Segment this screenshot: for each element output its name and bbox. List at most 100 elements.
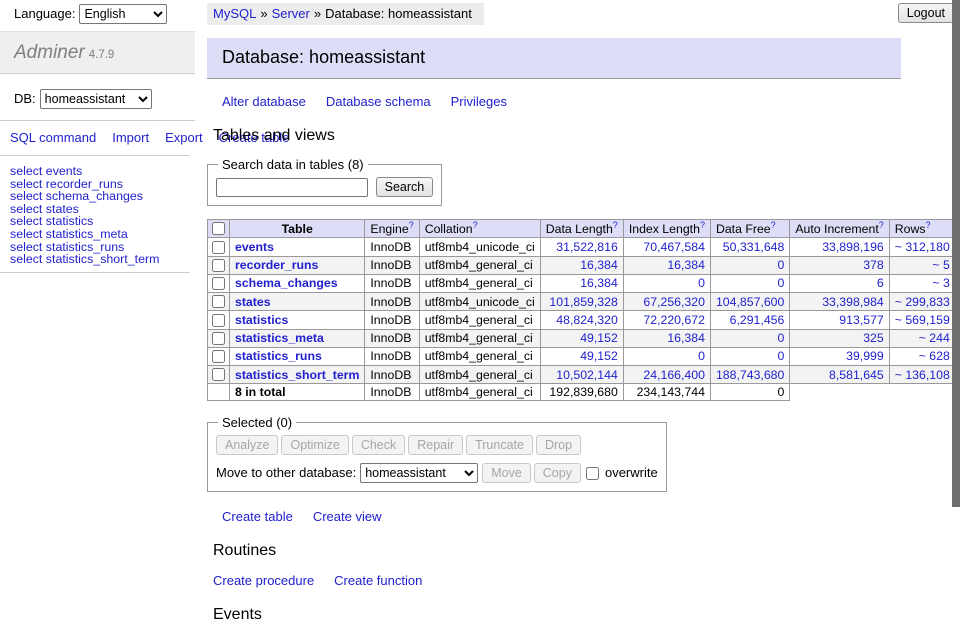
help-link-collation[interactable]: ? — [473, 220, 478, 230]
value-link-rows[interactable]: ~ 299,833 — [895, 295, 950, 309]
scrollbar-thumb[interactable] — [952, 0, 960, 507]
help-link-index-length[interactable]: ? — [700, 220, 705, 230]
value-link-auto-increment[interactable]: 6 — [877, 276, 884, 290]
sidebar-select-statistics-meta[interactable]: select statistics_meta — [10, 228, 190, 241]
select-all-checkbox[interactable] — [212, 222, 225, 235]
row-checkbox[interactable] — [212, 332, 225, 345]
row-checkbox[interactable] — [212, 350, 225, 363]
search-input[interactable] — [216, 178, 368, 197]
column-header-rows: Rows? — [889, 220, 955, 238]
help-link-auto-increment[interactable]: ? — [879, 220, 884, 230]
link-create-table[interactable]: Create table — [222, 509, 293, 524]
table-link-events[interactable]: events — [235, 240, 274, 254]
value-link-rows[interactable]: ~ 312,180 — [895, 240, 950, 254]
value-link-auto-increment[interactable]: 378 — [863, 258, 884, 272]
breadcrumb-item-server[interactable]: Server — [272, 6, 310, 21]
sidebar-select-events[interactable]: select events — [10, 165, 190, 178]
row-checkbox[interactable] — [212, 368, 225, 381]
value-link-rows[interactable]: ~ 5 — [932, 258, 949, 272]
sidebar-select-schema-changes[interactable]: select schema_changes — [10, 190, 190, 203]
link-create-procedure[interactable]: Create procedure — [213, 573, 314, 588]
table-link-statistics-meta[interactable]: statistics_meta — [235, 331, 324, 345]
value-link-data-length[interactable]: 31,522,816 — [556, 240, 618, 254]
help-link-data-length[interactable]: ? — [613, 220, 618, 230]
value-link-auto-increment[interactable]: 325 — [863, 331, 884, 345]
nav-link-alter-database[interactable]: Alter database — [222, 94, 306, 109]
value-link-auto-increment[interactable]: 33,398,984 — [822, 295, 884, 309]
value-link-data-length[interactable]: 16,384 — [580, 276, 618, 290]
help-link-rows[interactable]: ? — [926, 220, 931, 230]
help-link-engine[interactable]: ? — [409, 220, 414, 230]
table-link-statistics[interactable]: statistics — [235, 313, 288, 327]
copy-button[interactable]: Copy — [534, 463, 581, 483]
value-link-rows[interactable]: ~ 136,108 — [895, 368, 950, 382]
analyze-button[interactable]: Analyze — [216, 435, 278, 455]
value-link-index-length[interactable]: 24,166,400 — [643, 368, 705, 382]
value-link-auto-increment[interactable]: 33,898,196 — [822, 240, 884, 254]
row-checkbox[interactable] — [212, 277, 225, 290]
sidebar-select-statistics-short-term[interactable]: select statistics_short_term — [10, 253, 190, 266]
value-link-auto-increment[interactable]: 39,999 — [846, 349, 884, 363]
help-link-data-free[interactable]: ? — [771, 220, 776, 230]
nav-link-database-schema[interactable]: Database schema — [326, 94, 431, 109]
value-link-index-length[interactable]: 16,384 — [667, 258, 705, 272]
value-link-data-free[interactable]: 0 — [778, 276, 785, 290]
table-link-statistics-short-term[interactable]: statistics_short_term — [235, 368, 359, 382]
value-link-data-length[interactable]: 101,859,328 — [549, 295, 617, 309]
value-link-data-free[interactable]: 0 — [778, 258, 785, 272]
value-link-index-length[interactable]: 67,256,320 — [643, 295, 705, 309]
value-link-rows[interactable]: ~ 628 — [919, 349, 950, 363]
cell-data-free: 6,291,456 — [710, 311, 789, 329]
value-link-rows[interactable]: ~ 244 — [919, 331, 950, 345]
value-link-data-length[interactable]: 16,384 — [580, 258, 618, 272]
sidebar-action-import[interactable]: Import — [112, 130, 149, 145]
language-select[interactable]: English — [79, 4, 167, 24]
link-create-function[interactable]: Create function — [334, 573, 422, 588]
value-link-index-length[interactable]: 70,467,584 — [643, 240, 705, 254]
check-button[interactable]: Check — [352, 435, 405, 455]
scrollbar-track[interactable] — [952, 0, 966, 543]
value-link-rows[interactable]: ~ 3 — [932, 276, 949, 290]
value-link-data-free[interactable]: 6,291,456 — [730, 313, 785, 327]
row-checkbox[interactable] — [212, 314, 225, 327]
truncate-button[interactable]: Truncate — [466, 435, 533, 455]
repair-button[interactable]: Repair — [408, 435, 463, 455]
value-link-data-free[interactable]: 0 — [778, 349, 785, 363]
drop-button[interactable]: Drop — [536, 435, 581, 455]
value-link-index-length[interactable]: 0 — [698, 276, 705, 290]
breadcrumb-item-mysql[interactable]: MySQL — [213, 6, 256, 21]
nav-link-privileges[interactable]: Privileges — [451, 94, 507, 109]
overwrite-checkbox[interactable] — [586, 467, 599, 480]
column-header-label: Data Length — [546, 222, 613, 236]
value-link-data-free[interactable]: 0 — [778, 331, 785, 345]
value-link-data-length[interactable]: 49,152 — [580, 349, 618, 363]
move-db-select[interactable]: homeassistant — [360, 463, 478, 483]
value-link-index-length[interactable]: 0 — [698, 349, 705, 363]
table-link-schema-changes[interactable]: schema_changes — [235, 276, 338, 290]
value-link-index-length[interactable]: 16,384 — [667, 331, 705, 345]
search-button[interactable]: Search — [376, 177, 434, 197]
value-link-data-free[interactable]: 50,331,648 — [723, 240, 785, 254]
table-link-states[interactable]: states — [235, 295, 271, 309]
sidebar-action-sql-command[interactable]: SQL command — [10, 130, 96, 145]
column-header-engine: Engine? — [365, 220, 419, 238]
table-link-recorder-runs[interactable]: recorder_runs — [235, 258, 318, 272]
value-link-data-length[interactable]: 48,824,320 — [556, 313, 618, 327]
value-link-auto-increment[interactable]: 913,577 — [839, 313, 883, 327]
db-select[interactable]: homeassistant — [40, 89, 152, 109]
value-link-data-length[interactable]: 10,502,144 — [556, 368, 618, 382]
value-link-data-length[interactable]: 49,152 — [580, 331, 618, 345]
row-checkbox[interactable] — [212, 241, 225, 254]
table-link-statistics-runs[interactable]: statistics_runs — [235, 349, 322, 363]
value-link-index-length[interactable]: 72,220,672 — [643, 313, 705, 327]
value-link-auto-increment[interactable]: 8,581,645 — [829, 368, 884, 382]
move-button[interactable]: Move — [482, 463, 531, 483]
logout-button[interactable]: Logout — [898, 3, 954, 23]
row-checkbox[interactable] — [212, 295, 225, 308]
row-checkbox[interactable] — [212, 259, 225, 272]
value-link-data-free[interactable]: 188,743,680 — [716, 368, 784, 382]
optimize-button[interactable]: Optimize — [281, 435, 348, 455]
link-create-view[interactable]: Create view — [313, 509, 382, 524]
value-link-data-free[interactable]: 104,857,600 — [716, 295, 784, 309]
value-link-rows[interactable]: ~ 569,159 — [895, 313, 950, 327]
